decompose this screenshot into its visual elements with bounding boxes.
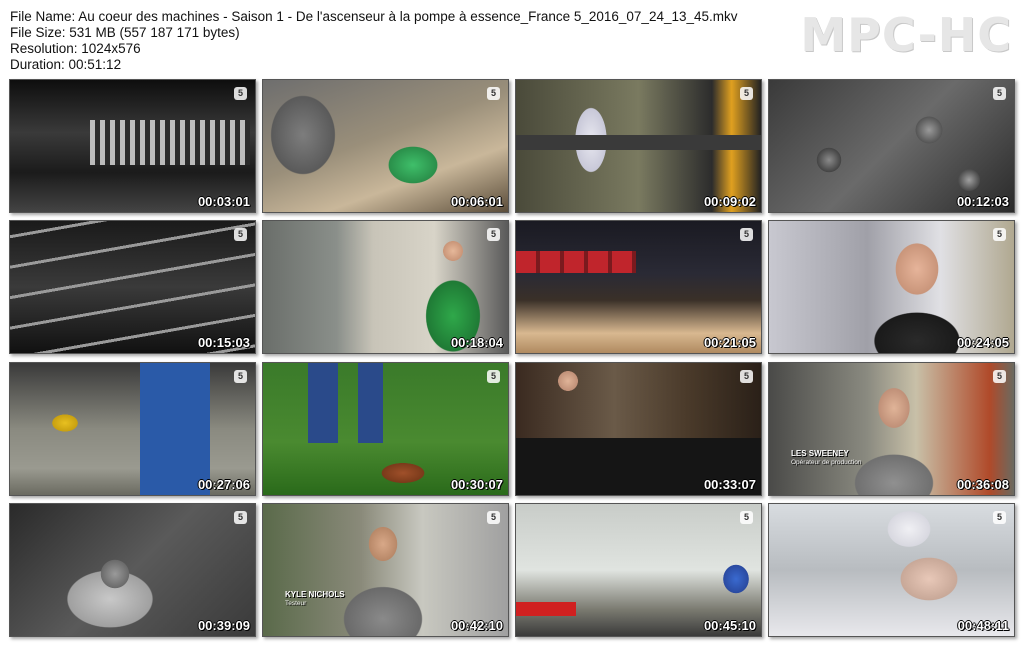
channel-logo-icon: 5 <box>487 370 500 383</box>
thumbnail-grid: 5 00:03:01 5 00:06:01 5 00:09:02 5 00:12… <box>9 79 1015 637</box>
channel-logo-icon: 5 <box>487 87 500 100</box>
frame-image <box>769 221 1014 353</box>
mpc-hc-logo: MPC-HC <box>800 8 1012 62</box>
thumbnail-frame: 5 00:30:07 <box>262 362 509 496</box>
timestamp: 00:45:10 <box>703 618 756 633</box>
thumbnail-frame: 5 00:45:10 <box>515 503 762 637</box>
caption-name: LES SWEENEY <box>791 449 849 458</box>
thumbnail-frame: 5 KYLE NICHOLS Testeur 00:42:10 <box>262 503 509 637</box>
thumbnail-frame: 5 00:27:06 <box>9 362 256 496</box>
frame-image <box>769 504 1014 636</box>
thumbnail-frame: 5 00:39:09 <box>9 503 256 637</box>
channel-logo-icon: 5 <box>234 511 247 524</box>
frame-image <box>516 221 761 353</box>
lower-third-caption: KYLE NICHOLS Testeur <box>285 590 345 608</box>
frame-image <box>10 80 255 212</box>
frame-image <box>10 504 255 636</box>
timestamp: 00:21:05 <box>703 335 756 350</box>
timestamp: 00:39:09 <box>197 618 250 633</box>
frame-image <box>769 363 1014 495</box>
channel-logo-icon: 5 <box>234 87 247 100</box>
frame-image <box>263 504 508 636</box>
channel-logo-icon: 5 <box>487 228 500 241</box>
thumbnail-frame: 5 LES SWEENEY Opérateur de production 00… <box>768 362 1015 496</box>
thumbnail-frame: 5 00:33:07 <box>515 362 762 496</box>
timestamp: 00:30:07 <box>450 477 503 492</box>
thumbnail-frame: 5 00:48:11 <box>768 503 1015 637</box>
channel-logo-icon: 5 <box>234 228 247 241</box>
timestamp: 00:12:03 <box>956 194 1009 209</box>
timestamp: 00:15:03 <box>197 335 250 350</box>
channel-logo-icon: 5 <box>993 511 1006 524</box>
channel-logo-icon: 5 <box>740 228 753 241</box>
timestamp: 00:03:01 <box>197 194 250 209</box>
thumbnail-frame: 5 00:09:02 <box>515 79 762 213</box>
timestamp: 00:36:08 <box>956 477 1009 492</box>
channel-logo-icon: 5 <box>740 87 753 100</box>
channel-logo-icon: 5 <box>740 370 753 383</box>
channel-logo-icon: 5 <box>993 87 1006 100</box>
lower-third-caption: LES SWEENEY Opérateur de production <box>791 449 861 467</box>
thumbnail-frame: 5 00:18:04 <box>262 220 509 354</box>
thumbnail-frame: 5 00:24:05 <box>768 220 1015 354</box>
file-name-line: File Name: Au coeur des machines - Saiso… <box>10 9 738 24</box>
timestamp: 00:33:07 <box>703 477 756 492</box>
channel-logo-icon: 5 <box>740 511 753 524</box>
frame-image <box>516 80 761 212</box>
thumbnail-frame: 5 00:21:05 <box>515 220 762 354</box>
timestamp: 00:24:05 <box>956 335 1009 350</box>
frame-image <box>516 363 761 495</box>
frame-image <box>10 221 255 353</box>
channel-logo-icon: 5 <box>993 228 1006 241</box>
caption-title: Opérateur de production <box>791 459 862 466</box>
thumbnail-frame: 5 00:15:03 <box>9 220 256 354</box>
timestamp: 00:27:06 <box>197 477 250 492</box>
frame-image <box>263 363 508 495</box>
timestamp: 00:48:11 <box>957 618 1009 633</box>
frame-image <box>263 221 508 353</box>
channel-logo-icon: 5 <box>234 370 247 383</box>
thumbnail-frame: 5 00:12:03 <box>768 79 1015 213</box>
timestamp: 00:42:10 <box>450 618 503 633</box>
channel-logo-icon: 5 <box>993 370 1006 383</box>
thumbnail-frame: 5 00:06:01 <box>262 79 509 213</box>
channel-logo-icon: 5 <box>487 511 500 524</box>
file-info: File Name: Au coeur des machines - Saiso… <box>10 9 738 73</box>
frame-image <box>263 80 508 212</box>
caption-name: KYLE NICHOLS <box>285 590 345 599</box>
resolution-line: Resolution: 1024x576 <box>10 41 141 56</box>
timestamp: 00:18:04 <box>450 335 503 350</box>
frame-image <box>10 363 255 495</box>
frame-image <box>516 504 761 636</box>
duration-line: Duration: 00:51:12 <box>10 57 122 72</box>
caption-title: Testeur <box>285 600 307 607</box>
file-size-line: File Size: 531 MB (557 187 171 bytes) <box>10 25 240 40</box>
thumbnail-frame: 5 00:03:01 <box>9 79 256 213</box>
timestamp: 00:06:01 <box>450 194 503 209</box>
frame-image <box>769 80 1014 212</box>
timestamp: 00:09:02 <box>703 194 756 209</box>
